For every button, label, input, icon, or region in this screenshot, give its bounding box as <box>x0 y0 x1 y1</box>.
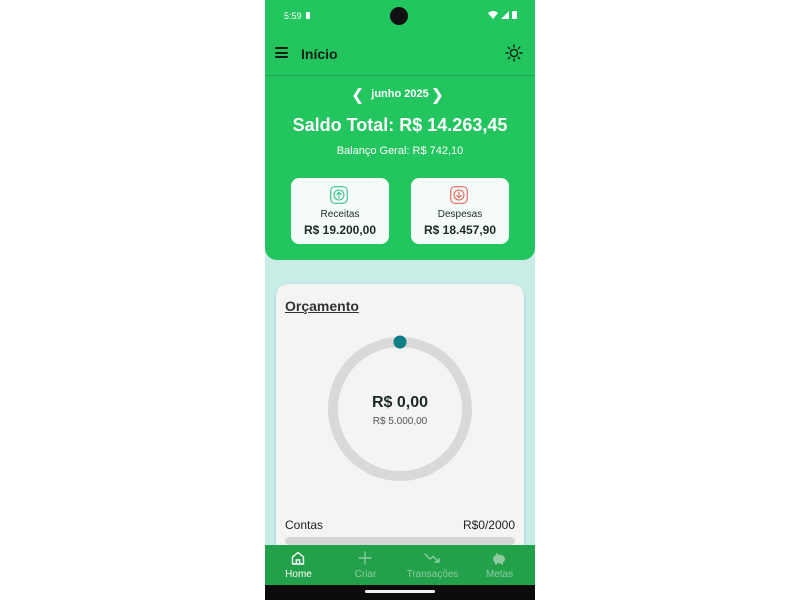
expense-label: Despesas <box>437 209 483 220</box>
nav-home[interactable]: Home <box>265 545 332 585</box>
nav-criar-label: Criar <box>354 569 377 580</box>
next-month-icon[interactable]: ❯ <box>431 85 444 105</box>
category-contas-label: Contas <box>285 518 324 532</box>
app-bar: Início <box>265 32 535 76</box>
arrow-down-icon <box>450 186 468 204</box>
page-title: Início <box>301 46 338 62</box>
budget-total: R$ 5.000,00 <box>372 416 428 427</box>
budget-title[interactable]: Orçamento <box>285 298 359 314</box>
nav-transacoes[interactable]: Transações <box>399 545 466 585</box>
expense-value: R$ 18.457,90 <box>423 223 497 237</box>
income-value: R$ 19.200,00 <box>303 223 377 237</box>
category-contas-progress <box>285 537 515 545</box>
budget-card: Orçamento R$ 0,00 R$ 5.000,00 Contas R$0… <box>276 284 524 574</box>
home-indicator[interactable] <box>365 590 435 593</box>
piggy-bank-icon <box>493 552 505 565</box>
notification-icon <box>306 12 310 19</box>
nav-metas-label: Metas <box>485 569 514 580</box>
income-label: Receitas <box>320 209 360 220</box>
nav-metas[interactable]: Metas <box>466 545 533 585</box>
bottom-nav: Home Criar Transações Metas <box>265 545 535 585</box>
trending-down-icon <box>424 553 440 563</box>
phone-screen: 5:59 Início ❮ junho 2025 ❯ Saldo Total: … <box>265 0 535 600</box>
gauge-knob[interactable] <box>393 335 407 349</box>
camera-cutout <box>390 7 408 25</box>
plus-icon <box>358 551 372 565</box>
nav-home-label: Home <box>285 569 312 580</box>
theme-toggle-sun-icon[interactable] <box>505 44 523 62</box>
menu-icon[interactable] <box>275 47 288 58</box>
wifi-icon <box>488 11 498 19</box>
system-icons <box>488 11 517 19</box>
budget-spent: R$ 0,00 <box>371 394 429 411</box>
home-icon <box>291 551 305 565</box>
general-balance: Balanço Geral: R$ 742,10 <box>336 145 464 157</box>
income-card[interactable]: Receitas R$ 19.200,00 <box>291 178 389 244</box>
prev-month-icon[interactable]: ❮ <box>351 85 364 105</box>
status-bar: 5:59 <box>265 0 535 32</box>
balance-header: ❮ junho 2025 ❯ Saldo Total: R$ 14.263,45… <box>265 76 535 260</box>
battery-icon <box>512 11 517 19</box>
month-label: junho 2025 <box>371 88 429 100</box>
status-time: 5:59 <box>284 11 302 21</box>
month-selector: ❮ junho 2025 ❯ <box>265 87 535 104</box>
gesture-bar <box>265 585 535 600</box>
nav-criar[interactable]: Criar <box>332 545 399 585</box>
total-balance: Saldo Total: R$ 14.263,45 <box>292 115 508 135</box>
arrow-up-icon <box>330 186 348 204</box>
signal-icon <box>501 11 509 19</box>
category-contas-value: R$0/2000 <box>462 518 515 532</box>
nav-transacoes-label: Transações <box>406 569 459 580</box>
expense-card[interactable]: Despesas R$ 18.457,90 <box>411 178 509 244</box>
